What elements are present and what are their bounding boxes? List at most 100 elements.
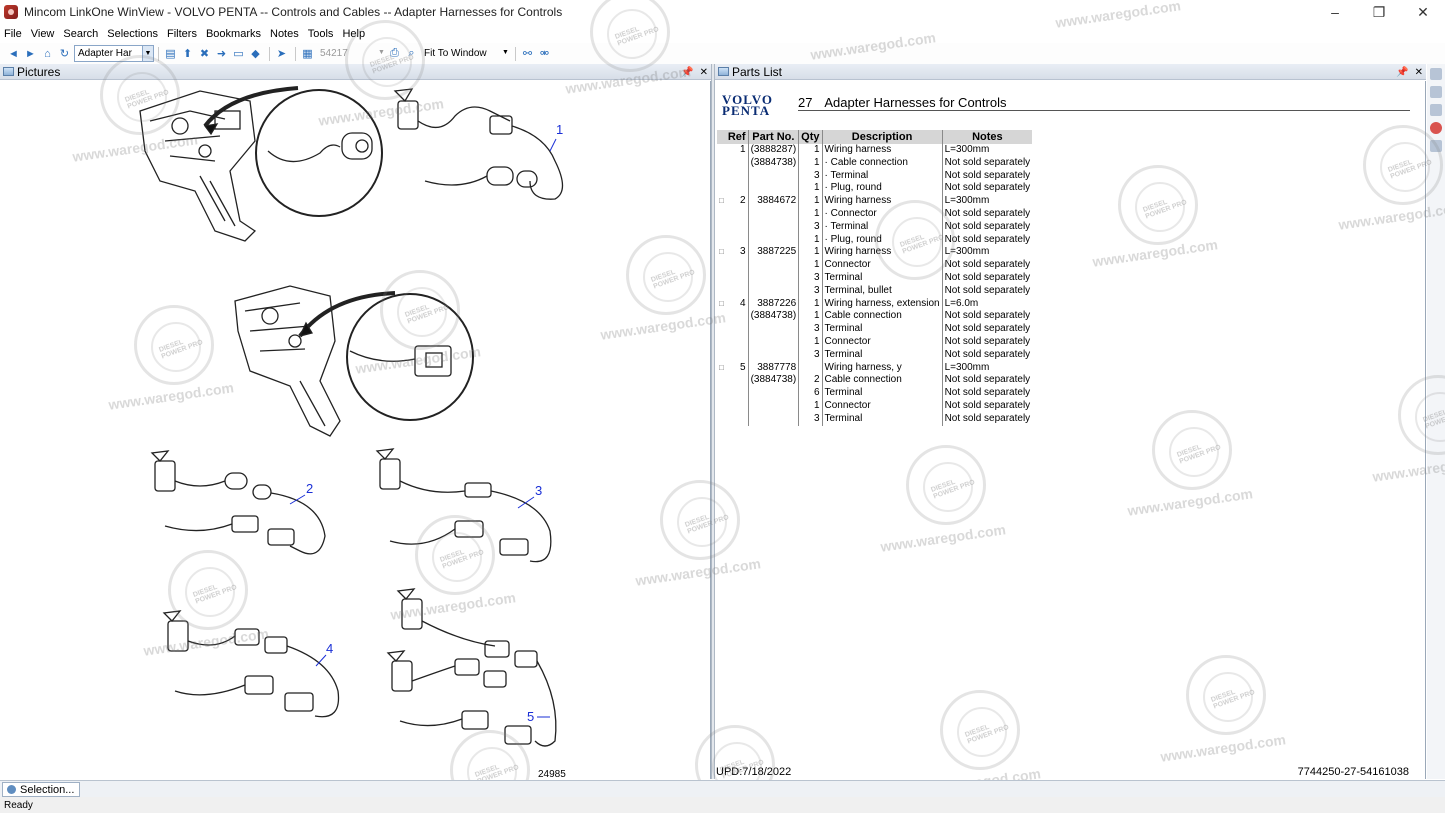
menu-filters[interactable]: Filters xyxy=(167,28,197,40)
menu-file[interactable]: File xyxy=(4,28,22,40)
table-row[interactable]: □ 4 3887226 1 Wiring harness, extension L=6.0… xyxy=(717,297,1032,311)
pointer-icon[interactable]: ➤ xyxy=(274,46,289,61)
row-select-box[interactable] xyxy=(717,272,726,285)
book-combo[interactable]: Adapter Har ▼ xyxy=(74,45,154,62)
bookmark-icon[interactable]: ◆ xyxy=(248,46,263,61)
row-select-box[interactable] xyxy=(717,259,726,272)
chevron-down-icon[interactable]: ▼ xyxy=(500,45,511,60)
row-select-box[interactable] xyxy=(717,144,726,157)
row-select-box[interactable]: □ xyxy=(717,298,726,311)
menu-tools[interactable]: Tools xyxy=(308,28,334,40)
home-icon[interactable]: ⌂ xyxy=(40,46,55,61)
table-row[interactable]: 1 Connector Not sold separately xyxy=(717,335,1032,349)
table-row[interactable]: □ 2 3884672 1 Wiring harness L=300mm xyxy=(717,195,1032,208)
parts-panel-header: Parts List 📌 ✕ xyxy=(715,64,1426,80)
menu-notes[interactable]: Notes xyxy=(270,28,299,40)
pin-icon[interactable]: 📌 xyxy=(1396,67,1408,78)
row-select-box[interactable] xyxy=(717,285,726,298)
refresh-icon[interactable]: ↻ xyxy=(57,46,72,61)
row-select-box[interactable] xyxy=(717,400,726,413)
row-select-box[interactable]: □ xyxy=(717,195,726,208)
callout-2[interactable]: 2 xyxy=(306,481,313,496)
table-row[interactable]: (3884738) 2 Cable connection Not sold separ… xyxy=(717,374,1032,388)
table-row[interactable]: 6 Terminal Not sold separately xyxy=(717,387,1032,400)
tab-selection[interactable]: Selection... xyxy=(2,782,81,797)
next-icon[interactable]: ➜ xyxy=(214,46,229,61)
zoom-icon[interactable]: ⌕ xyxy=(404,46,419,61)
tool-icon[interactable] xyxy=(1430,104,1442,116)
row-select-box[interactable] xyxy=(717,182,726,195)
table-row[interactable]: 1 · Connector Not sold separately xyxy=(717,207,1032,221)
column-description[interactable]: Description xyxy=(822,130,943,144)
row-select-box[interactable] xyxy=(717,310,726,323)
back-icon[interactable]: ◄ xyxy=(6,46,21,61)
menu-help[interactable]: Help xyxy=(342,28,365,40)
menu-bookmarks[interactable]: Bookmarks xyxy=(206,28,261,40)
up-arrow-icon[interactable]: ⬆ xyxy=(180,46,195,61)
column-ref[interactable]: Ref xyxy=(725,130,749,144)
minimize-button[interactable]: – xyxy=(1313,0,1357,24)
page-nav-icon[interactable]: ▦ xyxy=(300,46,315,61)
table-row[interactable]: □ 3 3887225 1 Wiring harness L=300mm xyxy=(717,246,1032,260)
row-select-box[interactable] xyxy=(717,349,726,362)
stop-icon[interactable]: ✖ xyxy=(197,46,212,61)
row-select-box[interactable] xyxy=(717,336,726,349)
pin-icon[interactable]: 📌 xyxy=(681,67,693,78)
row-select-box[interactable] xyxy=(717,387,726,400)
row-select-box[interactable] xyxy=(717,208,726,221)
table-row[interactable]: 1 Connector Not sold separately xyxy=(717,259,1032,272)
menu-view[interactable]: View xyxy=(31,28,55,40)
close-window-button[interactable]: ✕ xyxy=(1401,0,1445,24)
row-select-box[interactable]: □ xyxy=(717,246,726,259)
table-row[interactable]: (3884738) 1 Cable connection Not sold separ… xyxy=(717,310,1032,324)
tool-icon[interactable] xyxy=(1430,86,1442,98)
table-row[interactable]: 1 · Plug, round Not sold separately xyxy=(717,182,1032,196)
chevron-down-icon[interactable]: ▼ xyxy=(142,46,153,61)
exploded-illustration[interactable]: 1 2 3 4 5 24985 xyxy=(0,81,711,780)
table-row[interactable]: 1 · Plug, round Not sold separately xyxy=(717,233,1032,247)
table-row[interactable]: 3 Terminal Not sold separately xyxy=(717,348,1032,362)
close-icon[interactable]: ✕ xyxy=(700,67,708,78)
tool-icon[interactable] xyxy=(1430,68,1442,80)
row-select-box[interactable]: □ xyxy=(717,362,726,375)
table-row[interactable]: 3 Terminal Not sold separately xyxy=(717,323,1032,336)
close-icon[interactable]: ✕ xyxy=(1415,67,1423,78)
table-row[interactable]: 3 · Terminal Not sold separately xyxy=(717,220,1032,234)
unlink-icon[interactable]: ⚮ xyxy=(537,46,552,61)
menu-selections[interactable]: Selections xyxy=(107,28,158,40)
column-notes[interactable]: Notes xyxy=(942,130,1033,144)
print-icon[interactable]: ⎙ xyxy=(387,46,402,61)
row-select-box[interactable] xyxy=(717,170,726,183)
page-icon[interactable]: ▤ xyxy=(163,46,178,61)
forward-icon[interactable]: ► xyxy=(23,46,38,61)
table-row[interactable]: (3884738) 1 · Cable connection Not sold sep… xyxy=(717,156,1032,170)
callout-1[interactable]: 1 xyxy=(556,122,563,137)
table-row[interactable]: 3 Terminal Not sold separately xyxy=(717,412,1032,426)
tool-icon[interactable] xyxy=(1430,140,1442,152)
table-row[interactable]: 3 Terminal Not sold separately xyxy=(717,271,1032,285)
row-select-box[interactable] xyxy=(717,234,726,247)
link-icon[interactable]: ⚯ xyxy=(520,46,535,61)
page-combo[interactable]: 54217 ▼ xyxy=(317,45,387,62)
table-row[interactable]: □ 5 3887778 Wiring harness, y L=300mm xyxy=(717,361,1032,375)
row-select-box[interactable] xyxy=(717,323,726,336)
table-row[interactable]: 3 Terminal, bullet Not sold separately xyxy=(717,284,1032,298)
callout-3[interactable]: 3 xyxy=(535,483,542,498)
column-part-no[interactable]: Part No. xyxy=(748,130,800,144)
table-row[interactable]: 1 Connector Not sold separately xyxy=(717,399,1032,413)
row-select-box[interactable] xyxy=(717,374,726,387)
row-select-box[interactable] xyxy=(717,221,726,234)
table-row[interactable]: 3 · Terminal Not sold separately xyxy=(717,169,1032,183)
chevron-down-icon[interactable]: ▼ xyxy=(376,45,387,60)
menu-search[interactable]: Search xyxy=(63,28,98,40)
stop-icon[interactable] xyxy=(1430,122,1442,134)
table-row[interactable]: 1 (3888287) 1 Wiring harness L=300mm xyxy=(717,144,1032,157)
row-select-box[interactable] xyxy=(717,157,726,170)
restore-button[interactable]: ❐ xyxy=(1357,0,1401,24)
column-qty[interactable]: Qty xyxy=(798,130,823,144)
callout-4[interactable]: 4 xyxy=(326,641,333,656)
row-select-box[interactable] xyxy=(717,413,726,426)
callout-5[interactable]: 5 xyxy=(527,709,534,724)
zoom-combo[interactable]: Fit To Window ▼ xyxy=(421,45,511,62)
document-icon[interactable]: ▭ xyxy=(231,46,246,61)
